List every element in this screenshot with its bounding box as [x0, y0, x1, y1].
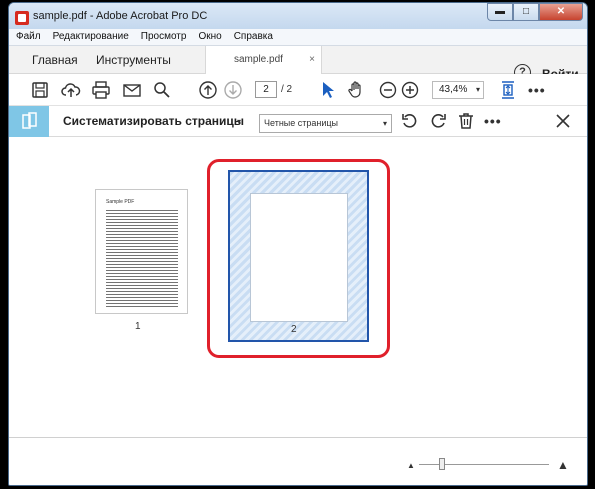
- email-icon[interactable]: [122, 80, 142, 100]
- thumbnail-size-small-icon[interactable]: ▲: [407, 461, 415, 470]
- menu-bar: Файл Редактирование Просмотр Окно Справк…: [9, 29, 587, 46]
- page-range-select[interactable]: Четные страницы ▾: [259, 114, 392, 133]
- page-range-caret-icon: ▾: [382, 119, 387, 128]
- page-total-label: / 2: [281, 84, 293, 95]
- organize-pages-strip: [9, 106, 49, 137]
- tab-document-label: sample.pdf: [234, 54, 283, 65]
- window-title: sample.pdf - Adobe Acrobat Pro DC: [33, 10, 208, 22]
- hand-tool-icon[interactable]: [346, 80, 366, 100]
- thumbnail-size-slider-knob[interactable]: [439, 458, 445, 470]
- rotate-counterclockwise-icon[interactable]: [400, 111, 420, 131]
- zoom-level-value: 43,4%: [439, 84, 468, 95]
- organize-title-caret-icon[interactable]: ▾: [237, 117, 241, 126]
- organize-pages-icon: [22, 112, 37, 129]
- menu-view[interactable]: Просмотр: [134, 29, 192, 45]
- page-number-2: 2: [291, 324, 297, 335]
- maximize-button[interactable]: □: [513, 3, 539, 21]
- upload-cloud-icon[interactable]: [61, 80, 81, 100]
- organize-pages-bar: Систематизировать страницы ▾ Четные стра…: [9, 106, 587, 137]
- save-icon[interactable]: [30, 80, 50, 100]
- delete-trash-icon[interactable]: [456, 111, 476, 131]
- page-number-1: 1: [135, 321, 141, 332]
- page-thumbnail-2[interactable]: [250, 193, 348, 322]
- zoom-in-icon[interactable]: [400, 80, 420, 100]
- pages-grid: Sample PDF 1 2: [9, 137, 587, 437]
- close-window-button[interactable]: ✕: [539, 3, 583, 21]
- acrobat-window: sample.pdf - Adobe Acrobat Pro DC ▬ □ ✕ …: [8, 2, 588, 486]
- select-cursor-icon[interactable]: [318, 80, 338, 100]
- page-number-input[interactable]: 2: [255, 81, 277, 98]
- title-bar: sample.pdf - Adobe Acrobat Pro DC ▬ □ ✕: [9, 3, 587, 29]
- menu-edit[interactable]: Редактирование: [46, 29, 134, 45]
- acrobat-app-icon: [15, 11, 29, 25]
- page-thumbnail-1[interactable]: Sample PDF: [95, 189, 188, 314]
- zoom-level-select[interactable]: 43,4% ▾: [432, 81, 484, 99]
- tabs-bar: Главная Инструменты sample.pdf ×: [9, 46, 587, 75]
- previous-page-icon[interactable]: [198, 80, 218, 100]
- window-controls: ▬ □ ✕: [487, 3, 583, 21]
- fit-page-icon[interactable]: [498, 80, 518, 100]
- main-toolbar: 2 / 2 43,4% ▾ •••: [9, 74, 587, 106]
- print-icon[interactable]: [91, 80, 111, 100]
- organize-more-button[interactable]: •••: [484, 113, 502, 129]
- status-bar: ▲ ▲: [9, 437, 587, 485]
- minimize-button[interactable]: ▬: [487, 3, 513, 21]
- tab-document[interactable]: sample.pdf ×: [205, 46, 322, 75]
- thumbnail-size-large-icon[interactable]: ▲: [557, 458, 569, 472]
- page-range-value: Четные страницы: [264, 118, 339, 128]
- next-page-icon[interactable]: [223, 80, 243, 100]
- tab-tools[interactable]: Инструменты: [96, 46, 171, 74]
- rotate-clockwise-icon[interactable]: [428, 111, 448, 131]
- organize-pages-title[interactable]: Систематизировать страницы: [63, 114, 244, 128]
- menu-help[interactable]: Справка: [227, 29, 278, 45]
- tab-close-icon[interactable]: ×: [309, 46, 315, 74]
- menu-file[interactable]: Файл: [9, 29, 46, 45]
- tab-home[interactable]: Главная: [32, 46, 78, 74]
- page-1-heading: Sample PDF: [106, 199, 135, 205]
- page-1-text-lines: [106, 210, 178, 308]
- zoom-dropdown-caret-icon: ▾: [475, 85, 480, 94]
- more-tools-button[interactable]: •••: [528, 82, 546, 98]
- zoom-out-icon[interactable]: [378, 80, 398, 100]
- menu-window[interactable]: Окно: [191, 29, 226, 45]
- close-organize-icon[interactable]: [553, 111, 573, 131]
- search-icon[interactable]: [152, 80, 172, 100]
